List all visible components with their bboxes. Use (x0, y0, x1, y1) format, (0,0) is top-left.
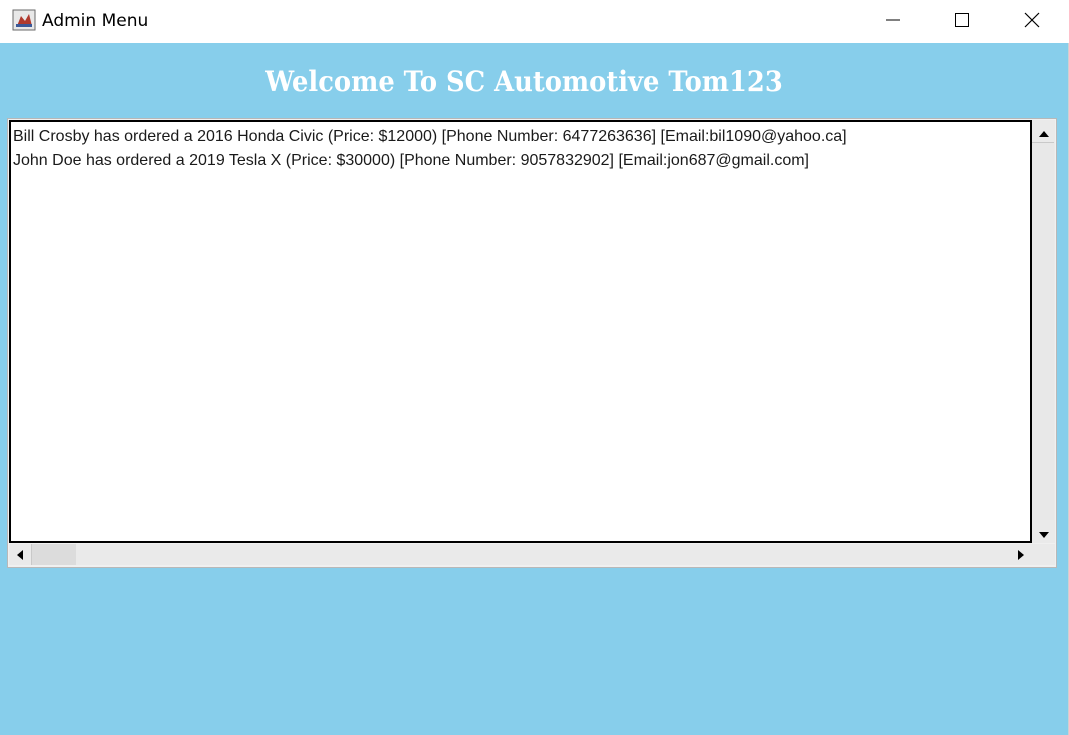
maximize-icon (954, 12, 970, 32)
scroll-down-button[interactable] (1032, 521, 1055, 543)
horizontal-scrollbar[interactable] (9, 544, 1032, 565)
arrow-up-icon (1038, 122, 1049, 141)
scroll-up-button[interactable] (1032, 120, 1055, 142)
welcome-heading: Welcome To SC Automotive Tom123 (265, 65, 783, 98)
orders-text-area[interactable]: Bill Crosby has ordered a 2016 Honda Civ… (9, 120, 1032, 543)
title-bar[interactable]: Admin Menu (0, 0, 1069, 43)
scrollbar-corner (1032, 544, 1055, 565)
vertical-scrollbar[interactable] (1032, 120, 1055, 543)
horizontal-scroll-thumb[interactable] (31, 544, 76, 565)
close-button[interactable] (997, 0, 1067, 43)
scroll-right-button[interactable] (1010, 544, 1032, 565)
arrow-right-icon (1018, 545, 1024, 564)
close-icon (1024, 12, 1040, 32)
order-line: Bill Crosby has ordered a 2016 Honda Civ… (13, 128, 847, 145)
maximize-button[interactable] (927, 0, 997, 43)
minimize-button[interactable] (858, 0, 928, 43)
vertical-scroll-thumb[interactable] (1032, 142, 1054, 520)
admin-menu-window: Admin Menu Welcome To SC Automotive Tom1… (0, 0, 1069, 735)
orders-scroll-pane[interactable]: Bill Crosby has ordered a 2016 Honda Civ… (7, 118, 1057, 568)
java-app-icon[interactable] (12, 9, 36, 31)
arrow-down-icon (1038, 523, 1049, 542)
minimize-icon (885, 12, 901, 32)
scroll-left-button[interactable] (9, 544, 31, 565)
window-title: Admin Menu (42, 11, 149, 31)
order-line: John Doe has ordered a 2019 Tesla X (Pri… (13, 152, 809, 169)
content-panel: Welcome To SC Automotive Tom123 Bill Cro… (0, 43, 1068, 735)
arrow-left-icon (17, 545, 23, 564)
